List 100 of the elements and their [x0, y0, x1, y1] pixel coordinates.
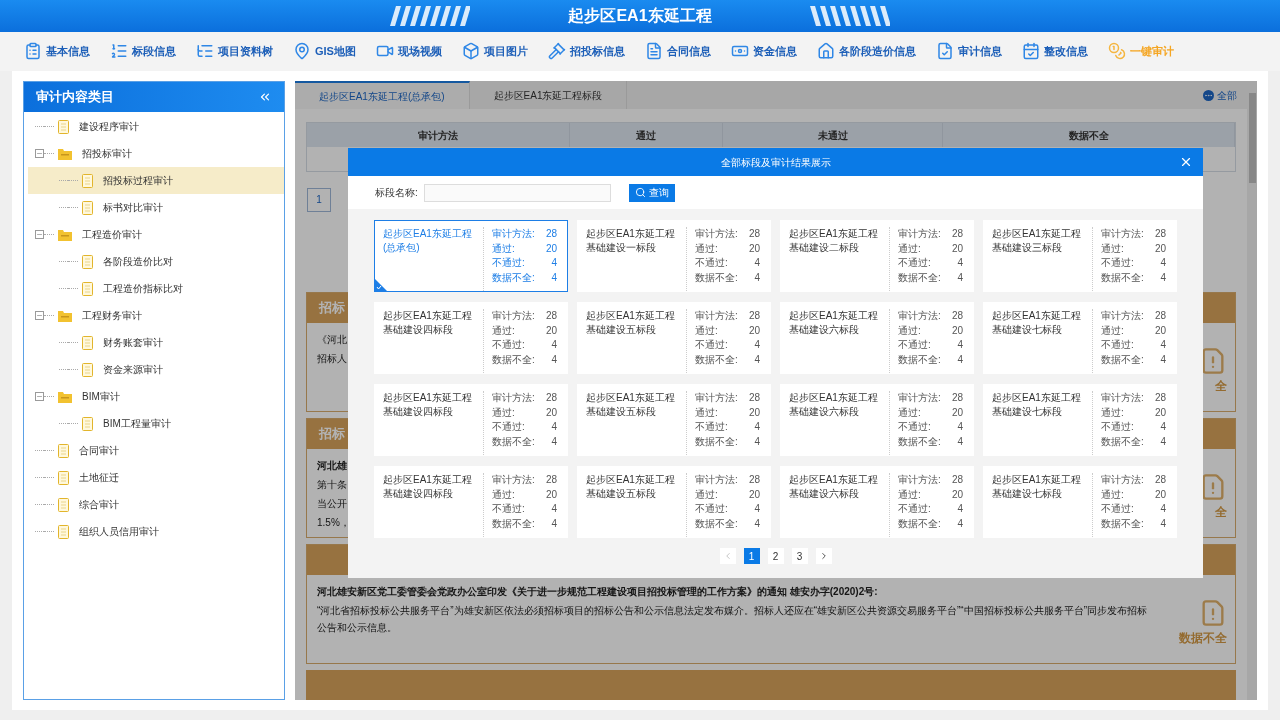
tab[interactable]: 起步区EA1东延工程(总承包): [295, 81, 470, 109]
toolbar-button[interactable]: 招投标信息: [547, 42, 625, 61]
tree-item[interactable]: 组织人员信用审计: [28, 518, 284, 545]
section-card[interactable]: 起步区EA1东延工程基础建设五标段 审计方法: 28 通过: 20 不通过: 4 数据不全: 4: [577, 302, 771, 374]
section-card[interactable]: 起步区EA1东延工程(总承包) 审计方法: 28 通过: 20 不通过: 4 数据不全: 4: [374, 220, 568, 292]
stat-value: 4: [1160, 338, 1166, 352]
section-card[interactable]: 起步区EA1东延工程基础建设三标段 审计方法: 28 通过: 20 不通过: 4 数据不全: 4: [983, 220, 1177, 292]
tree-item[interactable]: 建设程序审计: [28, 113, 284, 140]
section-card[interactable]: 起步区EA1东延工程基础建设五标段 审计方法: 28 通过: 20 不通过: 4 数据不全: 4: [577, 466, 771, 538]
stat-value: 4: [754, 516, 760, 531]
stat-value: 4: [551, 434, 557, 449]
tree-item[interactable]: 各阶段造价比对: [28, 248, 284, 275]
section-card[interactable]: 起步区EA1东延工程基础建设四标段 审计方法: 28 通过: 20 不通过: 4 数据不全: 4: [374, 302, 568, 374]
tree-label: 工程造价指标比对: [103, 282, 183, 296]
stat-value: 20: [545, 487, 557, 502]
stat-label: 通过:: [898, 323, 921, 338]
next-page-button[interactable]: [815, 548, 832, 564]
stat-label: 数据不全:: [1101, 434, 1144, 449]
search-field[interactable]: [423, 183, 611, 202]
toolbar-button[interactable]: 资金信息: [730, 42, 797, 61]
stat-value: 20: [748, 405, 760, 420]
toolbar-button[interactable]: 审计信息: [935, 42, 1002, 61]
stat-label: 不通过:: [695, 502, 728, 516]
tree-item[interactable]: 工程造价指标比对: [28, 275, 284, 302]
stat-value: 4: [551, 502, 557, 516]
collapse-icon[interactable]: [34, 311, 44, 320]
toolbar-button[interactable]: 现场视频: [375, 42, 442, 61]
stat-label: 审计方法:: [695, 391, 738, 405]
tree-item[interactable]: BIM工程量审计: [28, 410, 284, 437]
stat-value: 20: [545, 241, 557, 256]
card-title: 起步区EA1东延工程基础建设五标段: [586, 473, 676, 501]
stat-label: 数据不全:: [492, 352, 535, 367]
stat-label: 通过:: [1101, 323, 1124, 338]
toolbar-button[interactable]: 整改信息: [1021, 42, 1088, 61]
section-card[interactable]: 起步区EA1东延工程基础建设六标段 审计方法: 28 通过: 20 不通过: 4 数据不全: 4: [780, 384, 974, 456]
tree-item[interactable]: 财务账套审计: [28, 329, 284, 356]
toolbar-button[interactable]: 项目资料树: [196, 42, 273, 61]
stat-value: 4: [1160, 270, 1166, 285]
document-icon: [82, 254, 93, 269]
section-card[interactable]: 起步区EA1东延工程基础建设五标段 审计方法: 28 通过: 20 不通过: 4 数据不全: 4: [577, 384, 771, 456]
tree-item[interactable]: 工程造价审计: [28, 221, 284, 248]
stat-label: 不通过:: [1101, 256, 1134, 270]
stat-value: 4: [957, 516, 963, 531]
collapse-icon[interactable]: [34, 230, 44, 239]
page-button[interactable]: 1: [743, 548, 760, 564]
tree-item[interactable]: 综合审计: [28, 491, 284, 518]
close-icon[interactable]: [1179, 155, 1193, 169]
collapse-icon[interactable]: [34, 149, 44, 158]
toolbar-button[interactable]: 项目图片: [461, 42, 528, 61]
stat-value: 4: [1160, 256, 1166, 270]
document-icon: [82, 335, 93, 350]
stat-label: 通过:: [1101, 241, 1124, 256]
section-card[interactable]: 起步区EA1东延工程基础建设六标段 审计方法: 28 通过: 20 不通过: 4 数据不全: 4: [780, 302, 974, 374]
tree-item[interactable]: 合同审计: [28, 437, 284, 464]
page-button[interactable]: 1: [307, 187, 331, 212]
section-text: 第十条: [317, 478, 347, 492]
tree-item[interactable]: 标书对比审计: [28, 194, 284, 221]
section-card[interactable]: 起步区EA1东延工程基础建设四标段 审计方法: 28 通过: 20 不通过: 4 数据不全: 4: [374, 466, 568, 538]
stat-label: 通过:: [492, 405, 515, 420]
page-button[interactable]: 2: [767, 548, 784, 564]
toolbar-button[interactable]: 合同信息: [644, 42, 711, 61]
section-card[interactable]: 起步区EA1东延工程基础建设七标段 审计方法: 28 通过: 20 不通过: 4 数据不全: 4: [983, 302, 1177, 374]
stat-label: 数据不全:: [695, 352, 738, 367]
tree-item[interactable]: 资金来源审计: [28, 356, 284, 383]
stat-label: 数据不全:: [492, 516, 535, 531]
folder-icon: [58, 309, 72, 322]
tree-item[interactable]: 招投标过程审计: [28, 167, 284, 194]
collapse-icon[interactable]: [34, 392, 44, 401]
section-card[interactable]: 起步区EA1东延工程基础建设六标段 审计方法: 28 通过: 20 不通过: 4 数据不全: 4: [780, 466, 974, 538]
tree-item[interactable]: 土地征迁: [28, 464, 284, 491]
section-card[interactable]: 起步区EA1东延工程基础建设二标段 审计方法: 28 通过: 20 不通过: 4 数据不全: 4: [780, 220, 974, 292]
search-label: 标段名称:: [375, 186, 418, 200]
toolbar-button[interactable]: GIS地图: [293, 42, 356, 61]
stat-value: 4: [551, 256, 557, 270]
section-card[interactable]: 起步区EA1东延工程基础建设一标段 审计方法: 28 通过: 20 不通过: 4 数据不全: 4: [577, 220, 771, 292]
section-card[interactable]: 起步区EA1东延工程基础建设七标段 审计方法: 28 通过: 20 不通过: 4 数据不全: 4: [983, 384, 1177, 456]
toolbar-button[interactable]: 各阶段造价信息: [816, 42, 916, 61]
tree-item[interactable]: 招投标审计: [28, 140, 284, 167]
section-card[interactable]: 起步区EA1东延工程基础建设四标段 审计方法: 28 通过: 20 不通过: 4 数据不全: 4: [374, 384, 568, 456]
dialog-title: 全部标段及审计结果展示: [720, 155, 831, 170]
search-button[interactable]: 查询: [628, 183, 675, 202]
stat-value: 28: [1154, 309, 1166, 323]
page-button[interactable]: 3: [791, 548, 808, 564]
stat-label: 不通过:: [695, 256, 728, 270]
tree-label: 建设程序审计: [79, 120, 139, 134]
document-icon: [82, 173, 93, 188]
tree-label: 综合审计: [79, 498, 119, 512]
stat-value: 20: [1154, 241, 1166, 256]
stat-label: 不通过:: [898, 502, 931, 516]
toolbar-button[interactable]: 标段信息: [110, 42, 176, 61]
collapse-sidebar-icon[interactable]: [258, 90, 272, 104]
document-icon: [58, 497, 69, 512]
tree-item[interactable]: 工程财务审计: [28, 302, 284, 329]
stat-label: 数据不全:: [695, 270, 738, 285]
tree-item[interactable]: BIM审计: [28, 383, 284, 410]
stat-value: 4: [754, 352, 760, 367]
folder-icon: [58, 147, 72, 160]
section-card[interactable]: 起步区EA1东延工程基础建设七标段 审计方法: 28 通过: 20 不通过: 4 数据不全: 4: [983, 466, 1177, 538]
tree-label: 各阶段造价比对: [103, 255, 173, 269]
toolbar-button[interactable]: 基本信息: [24, 42, 90, 61]
